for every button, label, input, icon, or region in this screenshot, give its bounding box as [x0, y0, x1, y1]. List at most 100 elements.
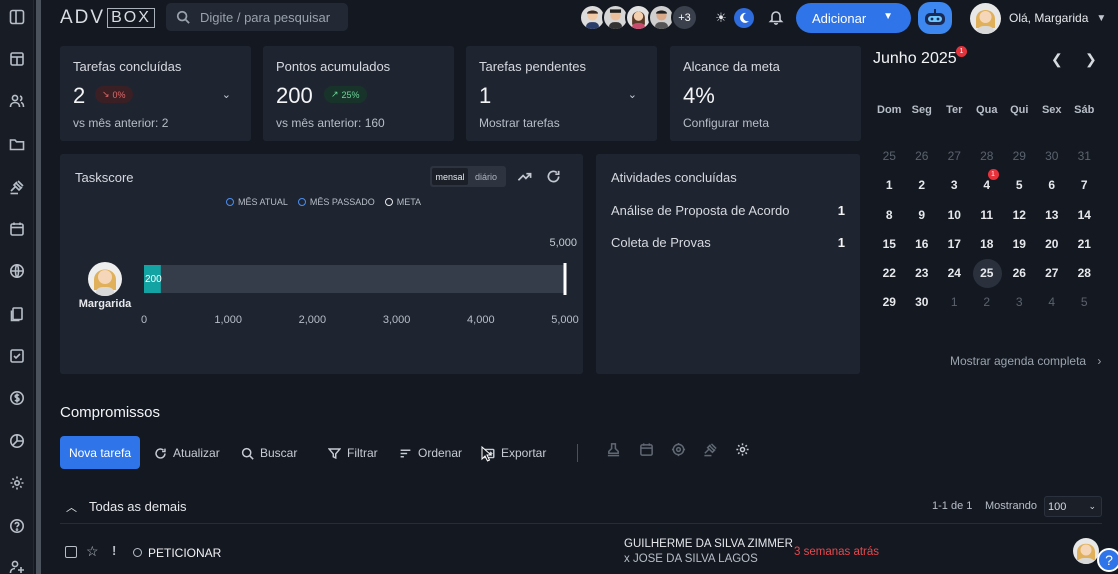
star-icon[interactable]: ☆	[86, 543, 99, 560]
new-task-button[interactable]: Nova tarefa	[60, 436, 140, 469]
chevron-right-icon[interactable]: ❯	[1085, 51, 1097, 68]
stat-card-pending-tasks[interactable]: Tarefas pendentes 1 ⌄ Mostrar tarefas	[466, 46, 657, 141]
contacts-icon[interactable]	[8, 92, 26, 110]
per-page-select[interactable]: 100 ⌄	[1044, 496, 1102, 517]
chevron-down-icon: ⌄	[1088, 501, 1096, 511]
board-icon[interactable]	[8, 50, 26, 68]
gavel-icon[interactable]	[8, 178, 26, 196]
calendar-day[interactable]: 23	[906, 259, 939, 288]
calendar-day[interactable]: 41	[971, 169, 1004, 200]
calendar-day[interactable]: 10	[938, 201, 971, 230]
calendar-day[interactable]: 2	[906, 171, 939, 200]
theme-switcher[interactable]: ☀	[712, 6, 754, 30]
gear-icon[interactable]	[735, 442, 751, 458]
status-circle-icon[interactable]	[133, 548, 142, 557]
calendar-day[interactable]: 28	[1068, 259, 1101, 288]
configure-goal-link[interactable]: Configurar meta	[683, 116, 769, 130]
calendar-icon[interactable]	[8, 220, 26, 238]
calendar-day[interactable]: 14	[1068, 201, 1101, 230]
calendar-day[interactable]: 13	[1036, 201, 1069, 230]
calendar-day[interactable]: 25	[873, 142, 906, 171]
team-avatars-more[interactable]: +3	[671, 4, 698, 31]
calendar-day[interactable]: 16	[906, 230, 939, 259]
task-party-defendant[interactable]: x JOSE DA SILVA LAGOS	[624, 553, 758, 565]
task-party-plaintiff[interactable]: GUILHERME DA SILVA ZIMMER	[624, 538, 793, 550]
help-chat-button[interactable]: ?	[1097, 548, 1118, 572]
show-full-agenda-link[interactable]: Mostrar agenda completa ›	[950, 354, 1101, 368]
calendar-day[interactable]: 30	[906, 288, 939, 317]
calendar-day[interactable]: 24	[938, 259, 971, 288]
chevron-left-icon[interactable]: ❮	[1051, 51, 1063, 68]
show-tasks-link[interactable]: Mostrar tarefas	[479, 116, 560, 130]
calendar-day[interactable]: 1	[938, 288, 971, 317]
calendar-day[interactable]: 5	[1003, 171, 1036, 200]
search-input[interactable]	[200, 9, 340, 25]
task-checkbox[interactable]	[65, 546, 77, 558]
calendar-day[interactable]: 19	[1003, 230, 1036, 259]
add-user-icon[interactable]	[8, 558, 26, 574]
documents-icon[interactable]	[8, 305, 26, 323]
team-avatars[interactable]: +3	[579, 4, 698, 31]
priority-icon[interactable]: !	[112, 543, 116, 558]
calendar-day[interactable]: 26	[1003, 259, 1036, 288]
bell-icon[interactable]	[768, 9, 784, 25]
help-circle-icon[interactable]	[8, 517, 26, 535]
calendar-day[interactable]: 3	[938, 171, 971, 200]
calendar-day[interactable]: 12	[1003, 201, 1036, 230]
calendar-day[interactable]: 6	[1036, 171, 1069, 200]
calendar-day[interactable]: 2	[971, 288, 1004, 317]
calendar-day[interactable]: 15	[873, 230, 906, 259]
table-row[interactable]: ☆ ! PETICIONAR GUILHERME DA SILVA ZIMMER…	[60, 534, 1102, 574]
search-box[interactable]	[166, 3, 348, 31]
calendar-day[interactable]: 5	[1068, 288, 1101, 317]
calendar-day[interactable]: 30	[1036, 142, 1069, 171]
calendar-day[interactable]: 21	[1068, 230, 1101, 259]
calendar-day[interactable]: 27	[1036, 259, 1069, 288]
activity-row[interactable]: Análise de Proposta de Acordo 1	[611, 203, 845, 221]
calendar-day[interactable]: 17	[938, 230, 971, 259]
calendar-day[interactable]: 27	[938, 142, 971, 171]
advbox-logo[interactable]: ADV BOX	[60, 7, 155, 29]
section-title: Compromissos	[60, 404, 161, 421]
calendar-day[interactable]: 28	[971, 142, 1004, 171]
add-button[interactable]: Adicionar ▼	[796, 3, 911, 33]
calendar-day[interactable]: 25	[971, 259, 1004, 289]
calendar-day[interactable]: 31	[1068, 142, 1101, 171]
sort-button[interactable]: Ordenar	[399, 444, 462, 462]
folder-icon[interactable]	[8, 135, 26, 153]
task-name[interactable]: PETICIONAR	[148, 546, 221, 560]
settings-icon[interactable]	[8, 474, 26, 492]
stat-card-completed-tasks[interactable]: Tarefas concluídas 2 ↘ 0% ⌄ vs mês anteri…	[60, 46, 251, 141]
sidebar-scrollbar[interactable]	[36, 0, 41, 574]
moon-icon[interactable]	[734, 8, 754, 28]
activity-row[interactable]: Coleta de Provas 1	[611, 235, 845, 253]
calendar-day[interactable]: 29	[1003, 142, 1036, 171]
avatar[interactable]	[1073, 538, 1099, 564]
calendar-day[interactable]: 29	[873, 288, 906, 317]
reports-icon[interactable]	[8, 432, 26, 450]
chevron-down-icon[interactable]: ⌄	[628, 88, 637, 101]
calendar-day[interactable]: 4	[1036, 288, 1069, 317]
calendar-day[interactable]: 22	[873, 259, 906, 288]
assistant-bot-icon[interactable]	[918, 2, 952, 34]
chevron-up-icon[interactable]: ︿	[66, 499, 77, 515]
filter-button[interactable]: Filtrar	[328, 444, 378, 462]
calendar-day[interactable]: 26	[906, 142, 939, 171]
calendar-day[interactable]: 20	[1036, 230, 1069, 259]
user-menu[interactable]: Olá, Margarida ▼	[970, 2, 1110, 34]
refresh-button[interactable]: Atualizar	[154, 444, 220, 462]
search-button[interactable]: Buscar	[241, 444, 297, 462]
calendar-day[interactable]: 9	[906, 201, 939, 230]
calendar-day[interactable]: 3	[1003, 288, 1036, 317]
checklist-icon[interactable]	[8, 347, 26, 365]
finance-icon[interactable]	[8, 389, 26, 407]
chevron-down-icon[interactable]: ⌄	[222, 88, 231, 101]
calendar-day[interactable]: 7	[1068, 171, 1101, 200]
calendar-day[interactable]: 8	[873, 201, 906, 230]
layout-toggle-icon[interactable]	[8, 8, 26, 26]
sun-icon[interactable]: ☀	[712, 9, 730, 27]
calendar-day[interactable]: 11	[971, 201, 1004, 230]
calendar-day[interactable]: 18	[971, 230, 1004, 259]
calendar-day[interactable]: 1	[873, 171, 906, 200]
globe-icon[interactable]	[8, 262, 26, 280]
